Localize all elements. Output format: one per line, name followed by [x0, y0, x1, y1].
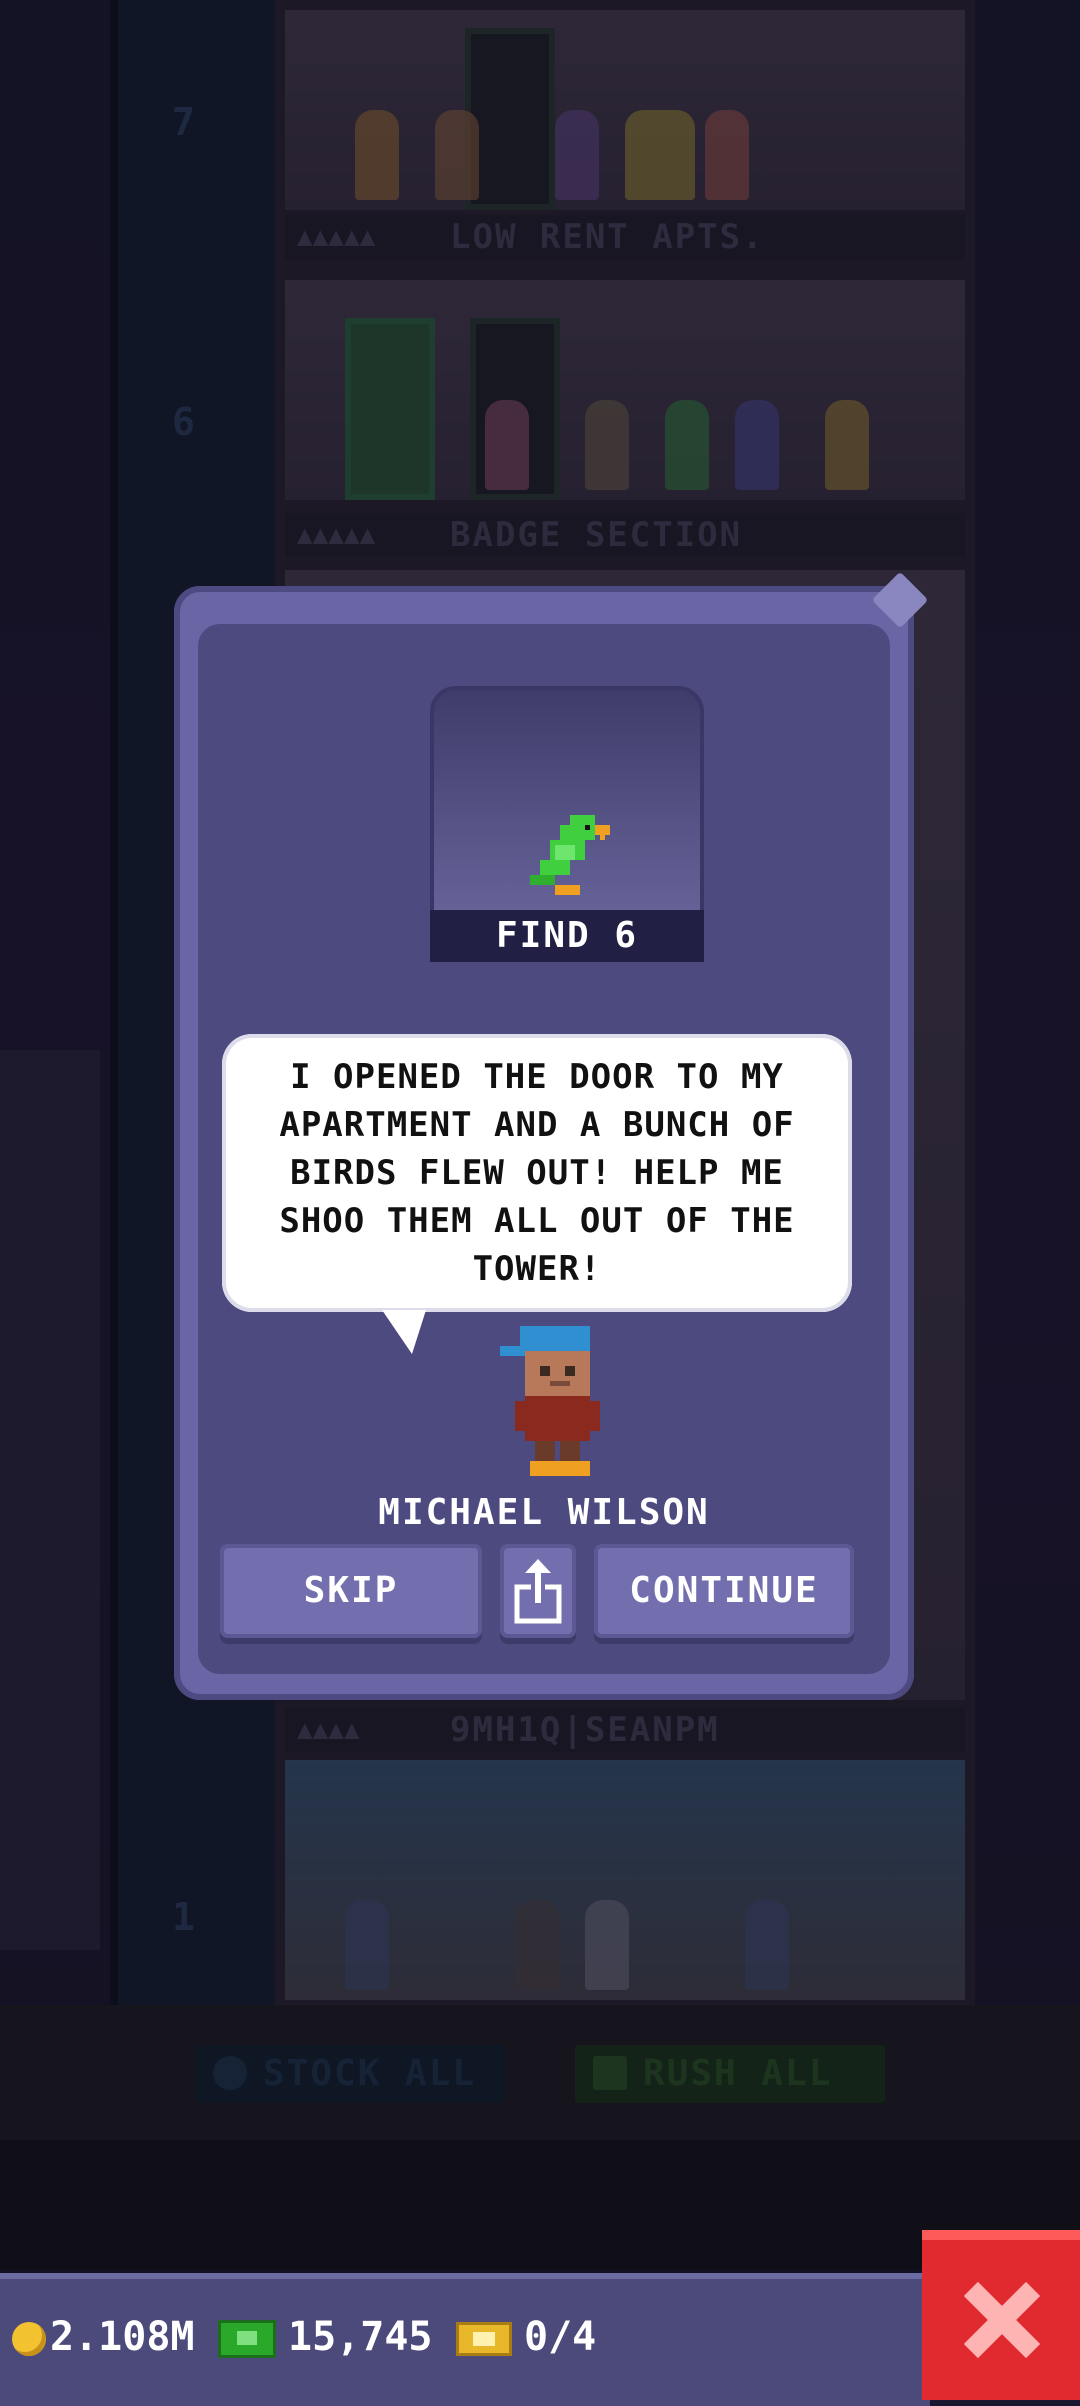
currency-bar: 2.108M 15,745 0/4	[0, 2273, 930, 2406]
quest-caption: FIND 6	[430, 910, 704, 962]
close-button[interactable]	[922, 2230, 1080, 2400]
continue-button[interactable]: CONTINUE	[594, 1544, 854, 1638]
coin-icon	[12, 2322, 46, 2356]
close-icon	[962, 2280, 1042, 2360]
speech-bubble: I OPENED THE DOOR TO MY APARTMENT AND A …	[222, 1034, 852, 1354]
quest-dialog-body: FIND 6 I OPENED THE DOOR TO MY APARTMENT…	[198, 624, 890, 1674]
bux-counter: 15,745	[218, 2313, 433, 2361]
bux-icon	[218, 2320, 276, 2358]
share-icon	[514, 1559, 562, 1624]
parrot-icon	[530, 815, 610, 895]
quest-message: I OPENED THE DOOR TO MY APARTMENT AND A …	[279, 1057, 795, 1289]
quest-dialog: FIND 6 I OPENED THE DOOR TO MY APARTMENT…	[174, 571, 929, 1700]
coins-counter: 2.108M	[12, 2313, 195, 2361]
tickets-counter: 0/4	[456, 2313, 596, 2361]
npc-name: MICHAEL WILSON	[378, 1492, 710, 1533]
npc-avatar	[500, 1326, 600, 1476]
quest-item-card: FIND 6	[430, 686, 704, 962]
share-button[interactable]	[500, 1544, 576, 1638]
ticket-icon	[456, 2322, 512, 2356]
speech-bubble-tail	[382, 1310, 426, 1354]
skip-button[interactable]: SKIP	[220, 1544, 482, 1638]
